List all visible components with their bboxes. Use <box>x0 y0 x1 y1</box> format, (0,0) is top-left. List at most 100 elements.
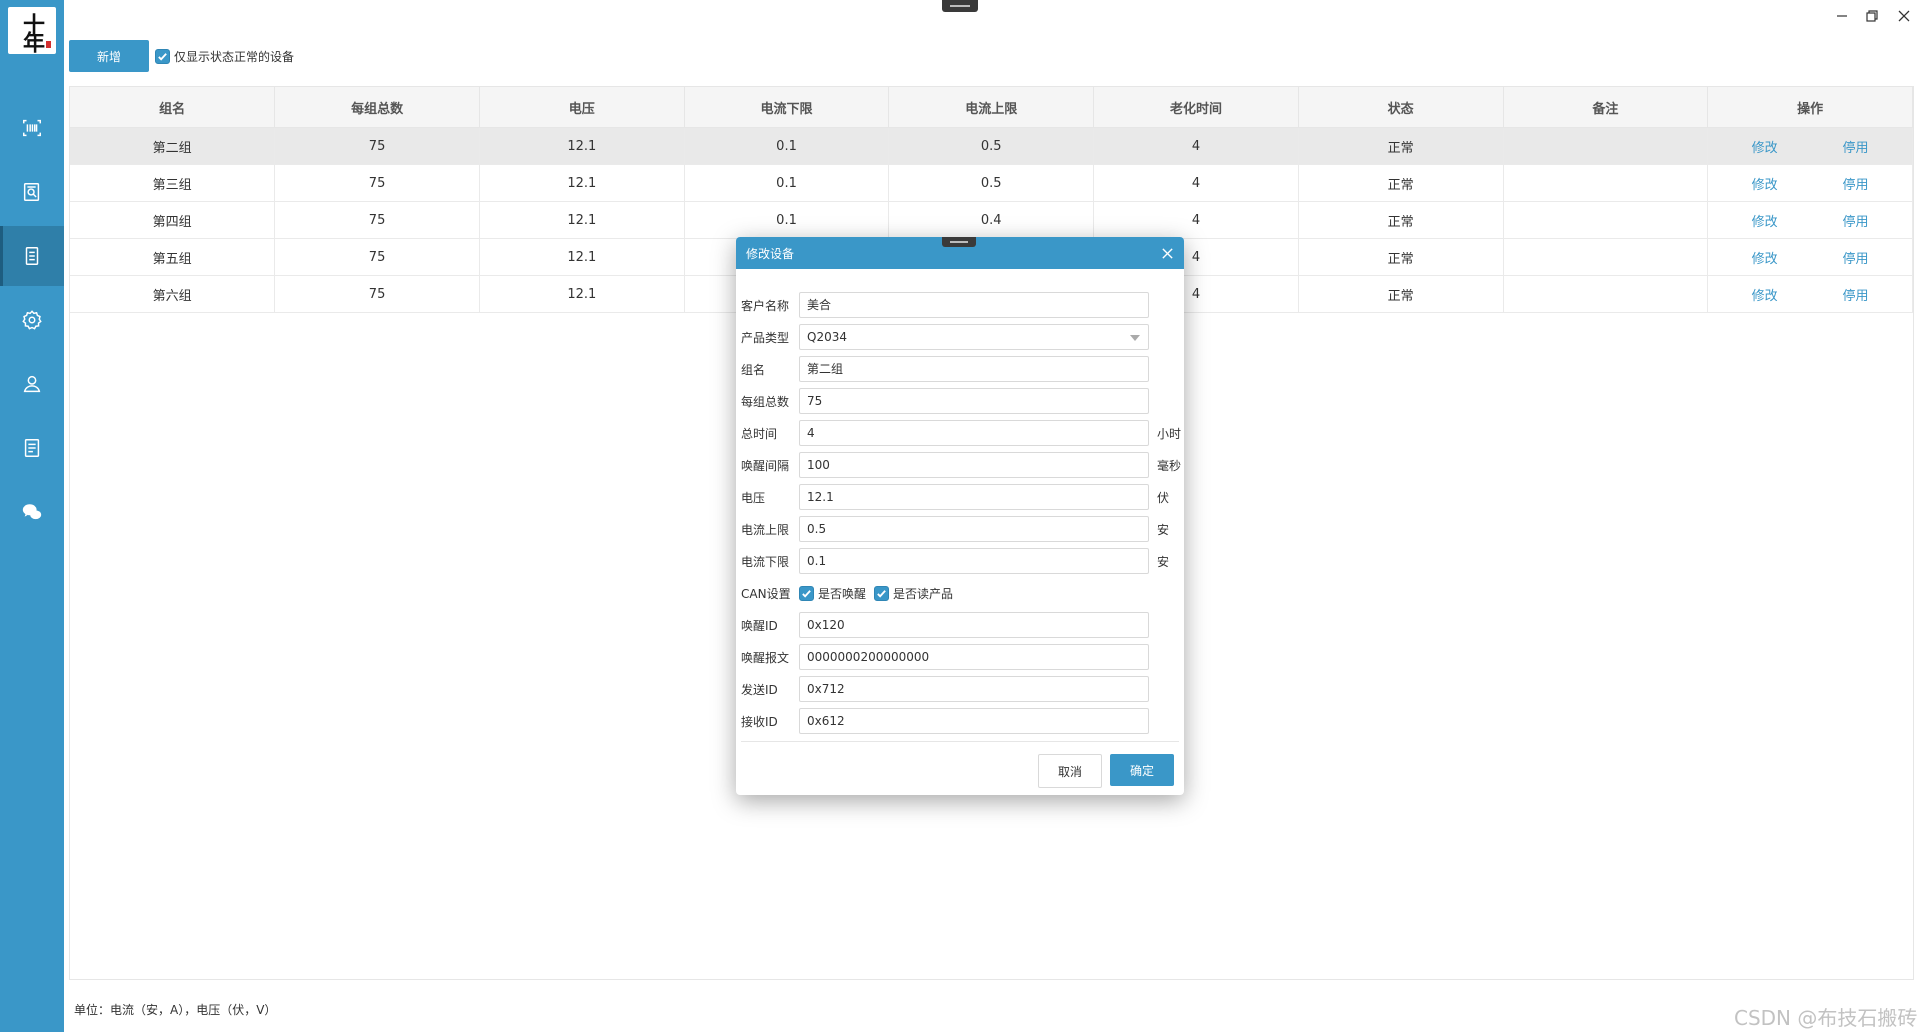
current-min-input[interactable]: 0.1 <box>799 548 1149 574</box>
cell-voltage: 12.1 <box>479 201 685 239</box>
wake-id-input[interactable]: 0x120 <box>799 612 1149 638</box>
wake-interval-input[interactable]: 100 <box>799 452 1149 478</box>
form-row-current-min: 电流下限 0.1 安 <box>741 548 1181 574</box>
form-row-voltage: 电压 12.1 伏 <box>741 484 1181 510</box>
sidebar-item-devices[interactable] <box>0 226 64 286</box>
cell-current-max: 0.5 <box>888 127 1095 165</box>
cell-aging: 4 <box>1093 164 1299 202</box>
minimize-button[interactable] <box>1832 6 1852 26</box>
edit-link[interactable]: 修改 <box>1752 137 1778 156</box>
sidebar-item-report[interactable] <box>0 162 64 222</box>
sidebar-item-users[interactable] <box>0 354 64 414</box>
table-row[interactable]: 第三组 75 12.1 0.1 0.5 4 正常 修改 停用 <box>70 164 1913 202</box>
group-name-label: 组名 <box>741 362 766 377</box>
current-max-input[interactable]: 0.5 <box>799 516 1149 542</box>
cell-total: 75 <box>274 238 480 276</box>
cell-status: 正常 <box>1298 275 1504 313</box>
confirm-button[interactable]: 确定 <box>1110 754 1174 786</box>
gear-icon <box>22 310 42 330</box>
edit-device-dialog: 修改设备 客户名称 美合 产品类型 Q2034 组名 第二组 每组总数 75 总… <box>736 237 1184 795</box>
cell-group: 第六组 <box>70 275 276 313</box>
close-icon <box>1898 10 1910 22</box>
sidebar-item-barcode[interactable] <box>0 98 64 158</box>
unit-footnote: 单位：电流（安，A），电压（伏，V） <box>74 1003 277 1017</box>
customer-input[interactable]: 美合 <box>799 292 1149 318</box>
cell-current-min: 0.1 <box>684 127 890 165</box>
dialog-drag-handle[interactable] <box>942 237 976 247</box>
window-drag-handle[interactable] <box>942 0 978 12</box>
voltage-input[interactable]: 12.1 <box>799 484 1149 510</box>
dialog-close-button[interactable] <box>1158 244 1176 262</box>
disable-link[interactable]: 停用 <box>1843 174 1869 193</box>
cell-current-max: 0.4 <box>888 201 1095 239</box>
cell-total: 75 <box>274 127 480 165</box>
voltage-label: 电压 <box>741 490 766 505</box>
dialog-header[interactable]: 修改设备 <box>736 237 1184 269</box>
close-window-button[interactable] <box>1894 6 1914 26</box>
disable-link[interactable]: 停用 <box>1843 285 1869 304</box>
cell-aging: 4 <box>1093 201 1299 239</box>
disable-link[interactable]: 停用 <box>1843 137 1869 156</box>
wake-checkbox[interactable]: 是否唤醒 <box>799 585 866 602</box>
device-list-icon <box>25 247 39 265</box>
dialog-divider <box>741 741 1179 742</box>
cell-voltage: 12.1 <box>479 275 685 313</box>
total-time-label: 总时间 <box>741 426 778 441</box>
cell-aging: 4 <box>1093 127 1299 165</box>
add-device-button[interactable]: 新增 <box>69 40 149 72</box>
cell-group: 第二组 <box>70 127 276 165</box>
disable-link[interactable]: 停用 <box>1843 248 1869 267</box>
product-type-select[interactable]: Q2034 <box>799 324 1149 350</box>
current-min-label: 电流下限 <box>741 554 790 569</box>
logo-text: 十年 <box>19 12 45 49</box>
column-header: 组名 <box>70 87 276 128</box>
send-id-input[interactable]: 0x712 <box>799 676 1149 702</box>
can-settings-label: CAN设置 <box>741 586 791 601</box>
customer-label: 客户名称 <box>741 298 790 313</box>
restore-icon <box>1866 10 1878 22</box>
cancel-button[interactable]: 取消 <box>1038 754 1102 788</box>
sidebar-item-documents[interactable] <box>0 418 64 478</box>
edit-link[interactable]: 修改 <box>1752 174 1778 193</box>
disable-link[interactable]: 停用 <box>1843 211 1869 230</box>
sidebar-item-settings[interactable] <box>0 290 64 350</box>
voltage-unit: 伏 <box>1157 490 1170 505</box>
recv-id-input[interactable]: 0x612 <box>799 708 1149 734</box>
group-total-input[interactable]: 75 <box>799 388 1149 414</box>
filter-normal-checkbox[interactable]: 仅显示状态正常的设备 <box>155 48 294 65</box>
table-row[interactable]: 第二组 75 12.1 0.1 0.5 4 正常 修改 停用 <box>70 127 1913 165</box>
checkbox-box[interactable] <box>155 49 170 64</box>
wake-id-label: 唤醒ID <box>741 618 778 633</box>
checkbox-box[interactable] <box>874 585 890 601</box>
restore-button[interactable] <box>1862 6 1882 26</box>
form-row-current-max: 电流上限 0.5 安 <box>741 516 1181 542</box>
wake-msg-input[interactable]: 0000000200000000 <box>799 644 1149 670</box>
product-type-label: 产品类型 <box>741 330 790 345</box>
edit-link[interactable]: 修改 <box>1752 211 1778 230</box>
checkbox-box[interactable] <box>799 585 814 601</box>
wechat-icon <box>22 504 42 520</box>
sidebar-item-wechat[interactable] <box>0 482 64 542</box>
filter-label: 仅显示状态正常的设备 <box>174 50 295 64</box>
edit-link[interactable]: 修改 <box>1752 248 1778 267</box>
cell-current-min: 0.1 <box>684 201 890 239</box>
read-product-checkbox[interactable]: 是否读产品 <box>874 585 953 602</box>
cell-note <box>1503 275 1709 313</box>
table-row[interactable]: 第四组 75 12.1 0.1 0.4 4 正常 修改 停用 <box>70 201 1913 239</box>
cell-voltage: 12.1 <box>479 127 685 165</box>
group-name-input[interactable]: 第二组 <box>799 356 1149 382</box>
check-icon <box>877 589 886 598</box>
barcode-icon <box>23 119 41 137</box>
check-icon <box>802 589 811 598</box>
send-id-label: 发送ID <box>741 682 778 697</box>
edit-link[interactable]: 修改 <box>1752 285 1778 304</box>
user-icon <box>23 375 41 393</box>
form-row-product-type: 产品类型 Q2034 <box>741 324 1181 350</box>
total-time-input[interactable]: 4 <box>799 420 1149 446</box>
read-product-label: 是否读产品 <box>893 586 954 601</box>
watermark: CSDN @布技石搬砖 <box>1734 1006 1918 1030</box>
current-max-unit: 安 <box>1157 522 1170 537</box>
current-max-label: 电流上限 <box>741 522 790 537</box>
document-icon <box>24 439 40 457</box>
cell-status: 正常 <box>1298 164 1504 202</box>
